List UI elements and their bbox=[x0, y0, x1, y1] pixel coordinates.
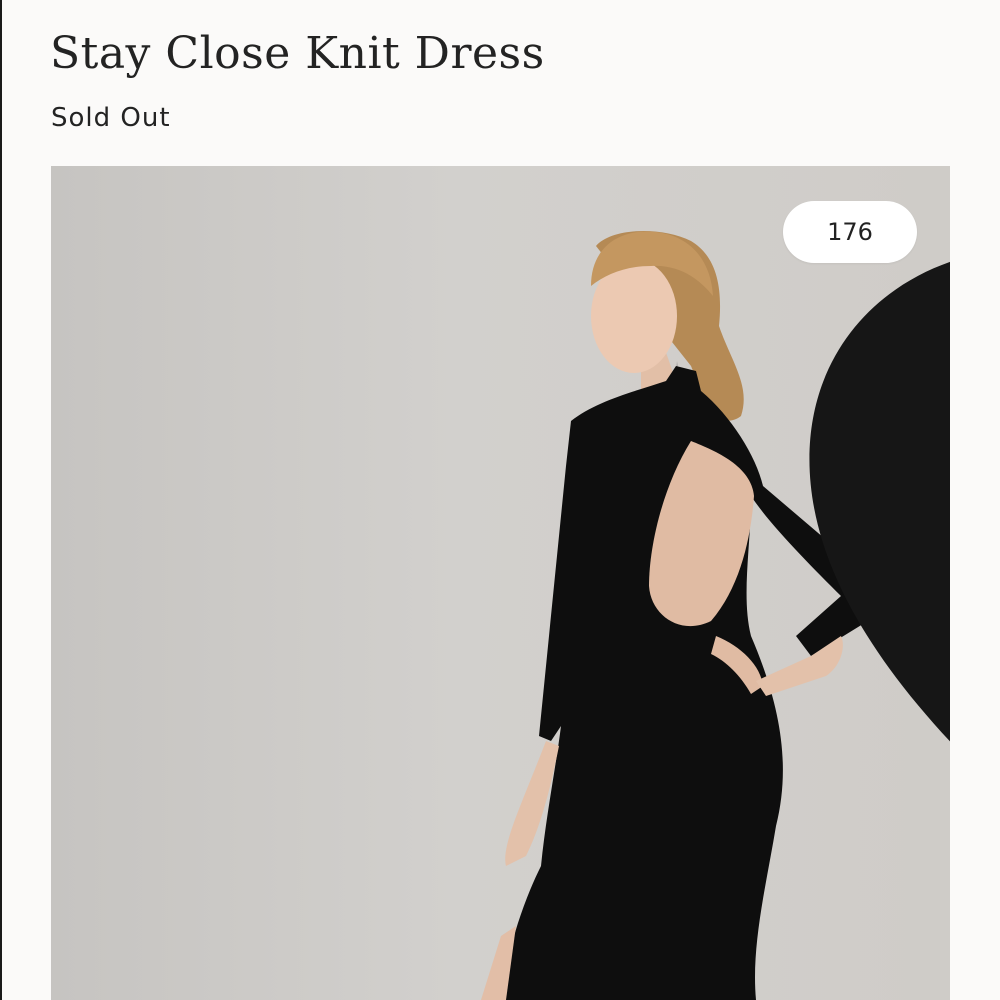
product-title: Stay Close Knit Dress bbox=[50, 28, 545, 79]
product-page: Stay Close Knit Dress Sold Out 176 bbox=[0, 0, 1000, 1000]
availability-status: Sold Out bbox=[51, 103, 171, 133]
like-button[interactable]: 176 bbox=[783, 201, 950, 742]
heart-icon bbox=[809, 261, 950, 742]
product-image[interactable]: 176 bbox=[51, 166, 950, 1000]
